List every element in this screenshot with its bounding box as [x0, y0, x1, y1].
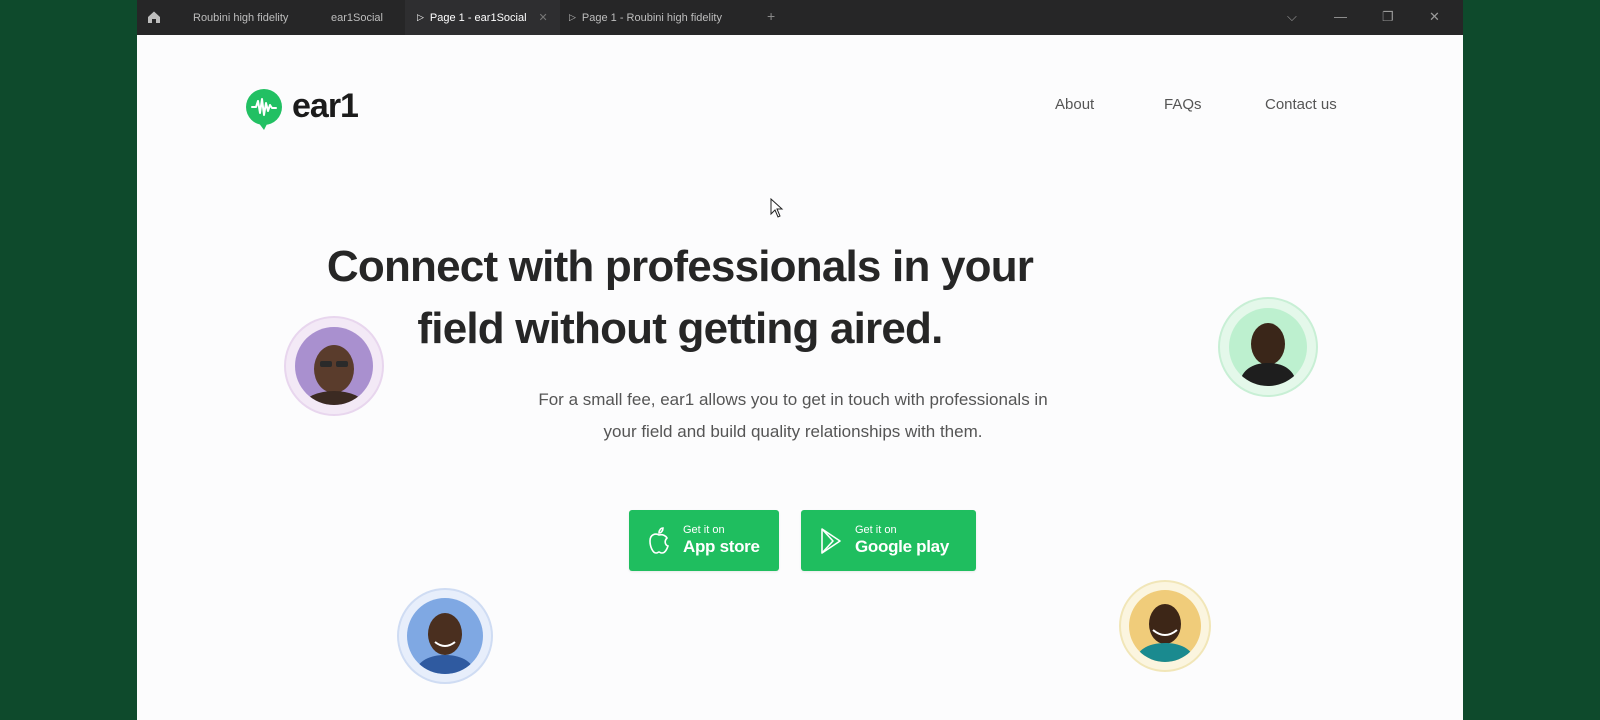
google-play-text: Get it on Google play [855, 524, 949, 558]
avatar-blue [407, 598, 483, 674]
avatar-purple [295, 327, 373, 405]
brand-name: ear1 [292, 87, 359, 125]
tab-label: ear1Social [331, 11, 383, 24]
play-icon: ▷ [417, 12, 424, 22]
tab-page1-roubini[interactable]: ▷ Page 1 - Roubini high fidelity [565, 0, 726, 35]
app-store-small-label: Get it on [683, 523, 725, 536]
app-store-button[interactable]: Get it on App store [629, 510, 779, 571]
tab-label: Roubini high fidelity [193, 11, 289, 24]
tab-ear1social[interactable]: ear1Social [327, 0, 387, 35]
apple-icon [649, 526, 670, 554]
avatar [1220, 299, 1316, 395]
google-play-icon [821, 527, 841, 554]
play-icon: ▷ [569, 12, 576, 22]
hero-subtitle-line: your field and build quality relationshi… [603, 422, 983, 441]
mouse-cursor-icon [770, 198, 784, 218]
title-bar: Roubini high fidelity ear1Social ▷ Page … [137, 0, 1463, 35]
logo[interactable]: ear1 [246, 87, 359, 130]
home-icon[interactable] [147, 10, 161, 24]
app-store-text: Get it on App store [683, 524, 760, 558]
avatar-yellow [1129, 590, 1201, 662]
hero-subtitle: For a small fee, ear1 allows you to get … [423, 384, 1163, 448]
nav-contact-link[interactable]: Contact us [1265, 96, 1337, 113]
app-store-label: App store [683, 536, 760, 556]
restore-button[interactable]: ❐ [1382, 9, 1394, 25]
close-window-button[interactable]: ✕ [1429, 9, 1440, 25]
hero-title: Connect with professionals in your field… [120, 236, 1240, 360]
avatar-green [1229, 308, 1307, 386]
hero-title-line: Connect with professionals in your [326, 242, 1034, 291]
google-play-button[interactable]: Get it on Google play [801, 510, 976, 571]
avatar [286, 318, 382, 414]
tab-roubini[interactable]: Roubini high fidelity [189, 0, 292, 35]
avatar [1121, 582, 1209, 670]
new-tab-button[interactable]: + [767, 8, 775, 24]
nav-faqs-link[interactable]: FAQs [1164, 96, 1202, 113]
avatar [399, 590, 491, 682]
google-play-label: Google play [855, 536, 949, 556]
google-play-small-label: Get it on [855, 523, 897, 536]
tab-label: Page 1 - ear1Social [429, 11, 527, 24]
nav-about-link[interactable]: About [1055, 96, 1094, 113]
browser-window: Roubini high fidelity ear1Social ▷ Page … [137, 0, 1463, 720]
tab-close-icon[interactable]: ✕ [539, 11, 548, 24]
tab-label: Page 1 - Roubini high fidelity [581, 11, 722, 24]
hero-subtitle-line: For a small fee, ear1 allows you to get … [538, 390, 1048, 409]
ear1-logo-icon [246, 88, 282, 130]
minimize-button[interactable]: — [1334, 9, 1347, 24]
chevron-down-icon[interactable]: ⌵ [1287, 9, 1297, 25]
tab-page1-ear1social[interactable]: ▷ Page 1 - ear1Social ✕ [405, 0, 560, 35]
